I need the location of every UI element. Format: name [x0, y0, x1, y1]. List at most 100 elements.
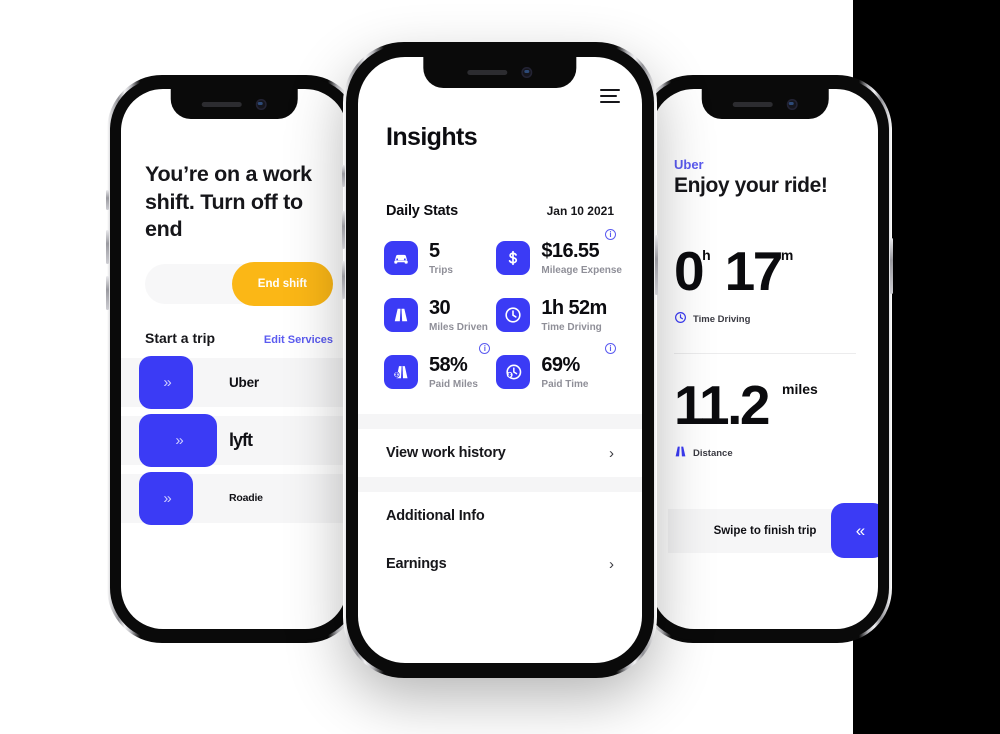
stat-time-driving-label: Time Driving: [541, 322, 602, 333]
road-paid-icon: [384, 355, 418, 389]
screenshot-stage: You’re on a work shift. Turn off to end …: [0, 0, 1000, 734]
stat-time-driving-value: 1h 52m: [541, 297, 607, 319]
finish-trip-slider[interactable]: Swipe to finish trip «: [668, 503, 878, 558]
time-driving-label: Time Driving: [693, 313, 751, 325]
chevrons-right-icon[interactable]: »: [139, 413, 217, 467]
row-additional-info-label: Additional Info: [386, 508, 485, 524]
stat-miles-driven-label: Miles Driven: [429, 322, 488, 333]
row-view-work-history[interactable]: View work history ›: [358, 429, 642, 477]
volume-down-button[interactable]: [106, 276, 109, 310]
distance-metric: 11.2 miles Distance: [652, 354, 878, 461]
left-phone-screen: You’re on a work shift. Turn off to end …: [121, 89, 347, 629]
clock-paid-icon: [496, 355, 531, 389]
phone-notch: [701, 89, 829, 119]
distance-value-row: 11.2 miles: [674, 378, 856, 433]
row-view-work-history-label: View work history: [386, 445, 506, 461]
stat-paid-miles: 58% Paid Miles i: [384, 343, 496, 390]
mute-switch[interactable]: [342, 165, 345, 187]
earpiece-speaker: [732, 101, 773, 107]
chevrons-left-icon[interactable]: «: [831, 503, 878, 558]
power-button[interactable]: [890, 238, 893, 294]
daily-stats-title: Daily Stats: [386, 203, 458, 219]
time-hours-unit: h: [702, 247, 711, 263]
center-phone-screen: Insights Daily Stats Jan 10 2021 5 Trips…: [358, 57, 642, 663]
chevrons-right-icon[interactable]: »: [139, 355, 193, 409]
time-driving-metric: 0h 17 m Time Driving: [652, 198, 878, 327]
stat-miles-driven-value: 30: [429, 297, 451, 319]
front-camera-icon: [786, 98, 798, 110]
car-icon: [384, 241, 418, 275]
end-shift-button[interactable]: End shift: [231, 261, 333, 306]
edit-services-link[interactable]: Edit Services: [264, 334, 333, 346]
start-trip-label: Start a trip: [145, 329, 216, 346]
end-shift-slider[interactable]: End shift: [145, 261, 333, 306]
front-camera-icon: [521, 67, 533, 78]
stat-trips: 5 Trips: [384, 241, 496, 276]
stat-paid-miles-value: 58%: [429, 354, 468, 376]
stat-mileage-expense-label: Mileage Expense: [541, 265, 622, 276]
info-icon[interactable]: i: [605, 343, 616, 354]
service-row-roadie[interactable]: » Roadie: [121, 471, 347, 525]
trip-brand-label: Uber: [674, 157, 704, 172]
right-phone-screen: Uber Enjoy your ride! 0h 17 m Time Drivi…: [652, 89, 878, 629]
clock-icon: [496, 298, 531, 332]
stat-time-driving: 1h 52m Time Driving: [496, 298, 622, 333]
service-name-roadie: Roadie: [229, 492, 263, 505]
phone-notch: [423, 57, 577, 88]
chevrons-right-icon[interactable]: »: [139, 471, 193, 525]
row-earnings-label: Earnings: [386, 556, 447, 572]
road-icon: [674, 445, 687, 461]
stat-mileage-expense-value: $16.55: [541, 240, 599, 262]
earpiece-speaker: [201, 101, 242, 107]
stat-trips-label: Trips: [429, 265, 453, 276]
hamburger-menu-icon[interactable]: [600, 89, 620, 103]
info-icon[interactable]: i: [479, 343, 491, 354]
center-phone-mockup: Insights Daily Stats Jan 10 2021 5 Trips…: [342, 42, 658, 678]
insights-screen: Insights Daily Stats Jan 10 2021 5 Trips…: [358, 57, 642, 663]
work-shift-screen: You’re on a work shift. Turn off to end …: [121, 89, 347, 629]
right-phone-mockup: Uber Enjoy your ride! 0h 17 m Time Drivi…: [637, 75, 893, 643]
dollar-icon: [496, 241, 531, 275]
stat-miles-driven: 30 Miles Driven: [384, 298, 496, 333]
stat-paid-miles-label: Paid Miles: [429, 379, 478, 390]
distance-label: Distance: [693, 447, 733, 459]
stat-paid-time-value: 69%: [541, 354, 580, 376]
volume-up-button[interactable]: [106, 230, 109, 264]
stat-paid-time-label: Paid Time: [541, 379, 589, 390]
stats-grid: 5 Trips $16.55 Mileage Expense i 30 Mile…: [358, 219, 642, 390]
stat-mileage-expense: $16.55 Mileage Expense i: [496, 229, 622, 276]
distance-caption: Distance: [674, 445, 856, 461]
earpiece-speaker: [467, 70, 508, 75]
service-name-uber: Uber: [229, 374, 259, 390]
service-row-uber[interactable]: » Uber: [121, 355, 347, 409]
stat-paid-time: 69% Paid Time i: [496, 343, 622, 390]
service-list: » Uber » lyft » Roadie: [121, 355, 347, 525]
phone-notch: [170, 89, 298, 119]
volume-down-button[interactable]: [342, 261, 345, 299]
chevron-right-icon: ›: [609, 555, 614, 573]
daily-stats-header: Daily Stats Jan 10 2021: [358, 152, 642, 219]
swipe-to-finish-label: Swipe to finish trip: [713, 525, 817, 537]
daily-stats-date: Jan 10 2021: [546, 204, 614, 218]
time-driving-value: 0h 17 m: [674, 244, 856, 299]
section-divider-band: [358, 414, 642, 429]
row-earnings[interactable]: Earnings ›: [358, 540, 642, 588]
left-phone-mockup: You’re on a work shift. Turn off to end …: [106, 75, 362, 643]
clock-icon: [674, 311, 687, 327]
time-minutes-unit: m: [780, 247, 794, 263]
power-button[interactable]: [655, 235, 658, 295]
road-icon: [384, 298, 418, 332]
time-minutes: 17: [724, 240, 784, 302]
work-shift-heading: You’re on a work shift. Turn off to end: [145, 162, 312, 242]
volume-up-button[interactable]: [342, 211, 345, 249]
info-icon[interactable]: i: [605, 229, 616, 240]
stat-trips-value: 5: [429, 240, 440, 262]
mute-switch[interactable]: [106, 190, 109, 210]
service-row-lyft[interactable]: » lyft: [121, 413, 347, 467]
section-divider-band: [358, 477, 642, 492]
distance-unit: miles: [782, 381, 818, 397]
active-trip-screen: Uber Enjoy your ride! 0h 17 m Time Drivi…: [652, 89, 878, 629]
distance-value: 11.2: [674, 374, 771, 436]
time-driving-caption: Time Driving: [674, 311, 856, 327]
start-trip-header: Start a trip Edit Services: [121, 330, 347, 346]
